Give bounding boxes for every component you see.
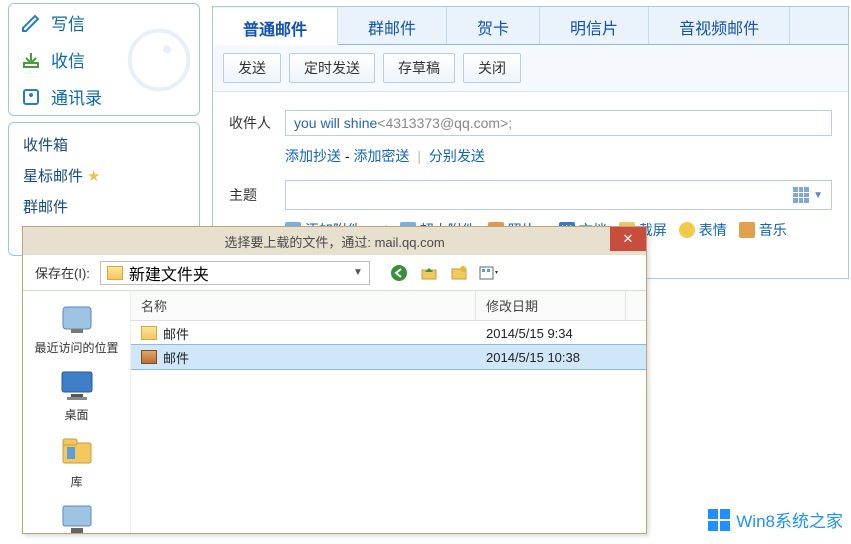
grid-icon[interactable] (793, 187, 809, 203)
places-bar: 最近访问的位置 桌面 库 (23, 291, 131, 533)
nav-label: 通讯录 (51, 84, 102, 109)
tab-av[interactable]: 音视频邮件 (649, 7, 790, 44)
compose-icon (21, 14, 41, 32)
save-in-label: 保存在(I): (35, 263, 90, 282)
column-name[interactable]: 名称 (131, 291, 476, 320)
tab-card[interactable]: 贺卡 (447, 7, 540, 44)
dialog-title: 选择要上载的文件，通过: mail.qq.com (224, 232, 444, 251)
dialog-toolbar: 保存在(I): 新建文件夹 ▼ (23, 255, 646, 291)
recent-icon (57, 299, 97, 337)
add-bcc-link[interactable]: 添加密送 (353, 148, 409, 164)
penguin-decoration (119, 20, 199, 100)
close-button[interactable]: 关闭 (463, 53, 521, 83)
recipient-name: you will shine (294, 115, 377, 131)
split-send-link[interactable]: 分别发送 (429, 148, 485, 164)
folder-inbox[interactable]: 收件箱 (13, 129, 195, 160)
file-open-dialog: 选择要上载的文件，通过: mail.qq.com ✕ 保存在(I): 新建文件夹… (22, 226, 647, 534)
folder-starred[interactable]: 星标邮件★ (13, 160, 195, 191)
subject-input[interactable]: ▼ (285, 180, 832, 210)
tab-postcard[interactable]: 明信片 (540, 7, 649, 44)
add-cc-link[interactable]: 添加抄送 (285, 148, 341, 164)
folder-group[interactable]: 群邮件 (13, 191, 195, 222)
tab-normal[interactable]: 普通邮件 (213, 8, 338, 45)
folder-icon (107, 266, 123, 280)
file-list-header: 名称 修改日期 (131, 291, 646, 321)
music-icon (739, 222, 755, 238)
library-icon (57, 433, 97, 471)
new-folder-button[interactable] (448, 262, 470, 284)
watermark-text: Win8系统之家 (736, 507, 843, 532)
tab-row: 普通邮件 群邮件 贺卡 明信片 音视频邮件 (213, 7, 848, 45)
chevron-down-icon: ▼ (353, 267, 363, 278)
folder-select-value: 新建文件夹 (129, 261, 209, 285)
dialog-close-button[interactable]: ✕ (610, 227, 646, 251)
inbox-icon (21, 51, 41, 69)
place-desktop[interactable]: 桌面 (23, 362, 130, 427)
column-date[interactable]: 修改日期 (476, 291, 626, 320)
tab-group[interactable]: 群邮件 (338, 7, 447, 44)
button-row: 发送 定时发送 存草稿 关闭 (213, 45, 848, 92)
nav-label: 收信 (51, 47, 85, 72)
smile-icon (679, 222, 695, 238)
file-row[interactable]: 邮件 2014/5/15 9:34 (131, 321, 646, 345)
dialog-titlebar[interactable]: 选择要上载的文件，通过: mail.qq.com ✕ (23, 227, 646, 255)
chevron-down-icon[interactable]: ▼ (813, 190, 823, 201)
up-folder-button[interactable] (418, 262, 440, 284)
timed-send-button[interactable]: 定时发送 (289, 53, 375, 83)
place-library[interactable]: 库 (23, 429, 130, 494)
tool-music[interactable]: 音乐 (739, 220, 787, 240)
nav-label: 写信 (51, 10, 85, 35)
subject-label: 主题 (229, 185, 285, 205)
folder-icon (141, 326, 157, 340)
place-computer[interactable] (23, 496, 130, 544)
star-icon: ★ (87, 168, 100, 185)
view-menu-button[interactable] (478, 262, 500, 284)
folder-select[interactable]: 新建文件夹 ▼ (100, 261, 370, 285)
save-draft-button[interactable]: 存草稿 (383, 53, 455, 83)
place-recent[interactable]: 最近访问的位置 (23, 295, 130, 360)
windows-icon (708, 509, 730, 531)
archive-icon (141, 350, 157, 364)
computer-icon (57, 500, 97, 538)
contacts-icon (21, 88, 41, 106)
desktop-icon (57, 366, 97, 404)
back-button[interactable] (388, 262, 410, 284)
recipient-input[interactable]: you will shine<4313373@qq.com>; (285, 110, 832, 136)
watermark: Win8系统之家 (708, 507, 843, 532)
file-row[interactable]: 邮件 2014/5/15 10:38 (131, 345, 646, 369)
cc-bcc-links: 添加抄送 - 添加密送 | 分别发送 (285, 146, 832, 166)
file-list: 名称 修改日期 邮件 2014/5/15 9:34 邮件 2014/5/15 1… (131, 291, 646, 533)
recipient-email: <4313373@qq.com>; (377, 115, 512, 131)
send-button[interactable]: 发送 (223, 53, 281, 83)
recipient-label: 收件人 (229, 113, 285, 133)
tool-emoji[interactable]: 表情 (679, 220, 727, 240)
close-icon: ✕ (623, 231, 634, 247)
nav-card: 写信 收信 通讯录 (8, 3, 200, 116)
